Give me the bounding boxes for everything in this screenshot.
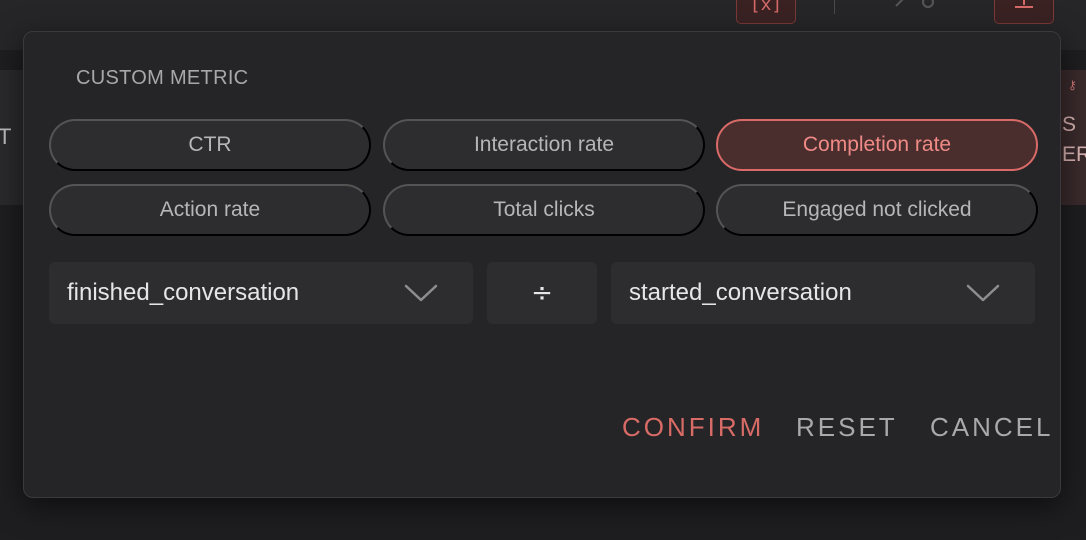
numerator-value: finished_conversation <box>67 279 300 306</box>
denominator-value: started_conversation <box>629 279 852 306</box>
chevron-down-icon <box>404 284 438 302</box>
operator-selector[interactable]: ÷ <box>487 262 597 324</box>
chevron-down-icon <box>966 284 1000 302</box>
chip-completion-rate[interactable]: Completion rate <box>716 119 1038 171</box>
background-left-text: T <box>0 124 12 149</box>
variable-icon: [x] <box>749 0 783 15</box>
reset-button[interactable]: RESET <box>796 412 898 443</box>
divide-icon: ÷ <box>531 278 553 308</box>
background-right-text-line1: S <box>1062 113 1077 136</box>
numerator-select[interactable]: finished_conversation <box>49 262 473 324</box>
cancel-button[interactable]: CANCEL <box>930 412 1053 443</box>
denominator-select[interactable]: started_conversation <box>611 262 1035 324</box>
export-icon <box>1015 0 1033 8</box>
app-stage: [x] T ⚷ S ER CUSTOM METRIC CTR Interacti… <box>0 0 1086 540</box>
background-right-text: S ER <box>1062 110 1086 170</box>
background-right-text-line2: ER <box>1062 143 1086 166</box>
confirm-button[interactable]: CONFIRM <box>622 412 764 443</box>
dialog-title: CUSTOM METRIC <box>76 67 249 89</box>
export-icon-button[interactable] <box>994 0 1054 24</box>
link-icon[interactable] <box>894 0 938 18</box>
chip-ctr[interactable]: CTR <box>49 119 371 171</box>
chip-engaged-not-clicked[interactable]: Engaged not clicked <box>716 184 1038 236</box>
toolbar-divider <box>834 0 835 14</box>
variable-icon-button[interactable]: [x] <box>736 0 796 24</box>
chip-interaction-rate[interactable]: Interaction rate <box>383 119 705 171</box>
chip-action-rate[interactable]: Action rate <box>49 184 371 236</box>
custom-metric-dialog: CUSTOM METRIC CTR Interaction rate Compl… <box>23 31 1061 498</box>
chip-total-clicks[interactable]: Total clicks <box>383 184 705 236</box>
key-icon: ⚷ <box>1068 78 1077 92</box>
